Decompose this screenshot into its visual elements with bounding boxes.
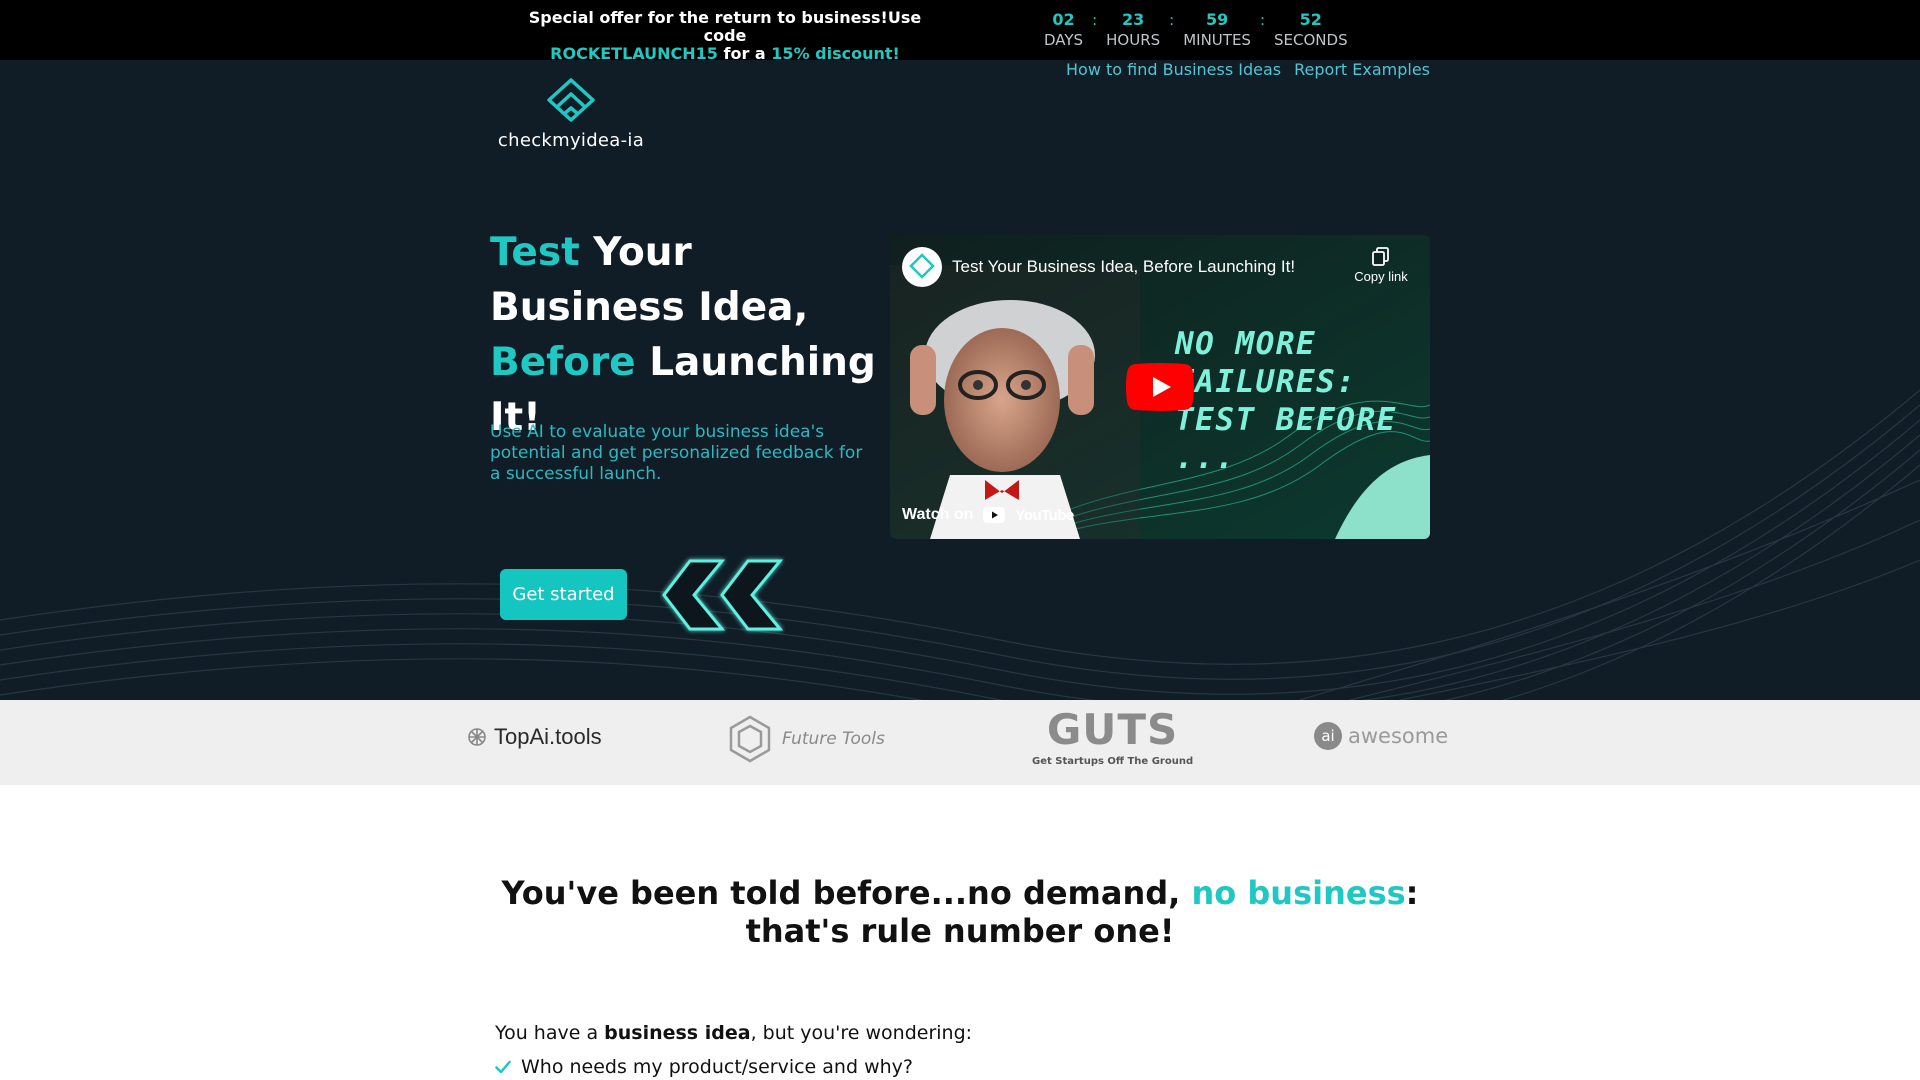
copy-link-button[interactable]: Copy link — [1350, 245, 1412, 284]
hero-title-before: Before — [490, 340, 636, 385]
list-item: Who needs my product/service and why? — [495, 1056, 913, 1078]
countdown-separator: : — [1259, 11, 1266, 29]
copy-icon — [1372, 247, 1389, 266]
partner-future-tools[interactable]: Future Tools — [728, 714, 885, 764]
ai-awesome-logo-icon: ai — [1314, 722, 1342, 750]
youtube-wordmark: YouTube — [1015, 506, 1074, 524]
headline-accent: no business — [1191, 874, 1406, 912]
partner-awesome-label: awesome — [1348, 724, 1449, 748]
countdown-days: 02 DAYS — [1044, 10, 1083, 50]
channel-avatar[interactable] — [902, 247, 942, 287]
countdown-seconds: 52 SECONDS — [1274, 10, 1348, 50]
partner-guts-tagline: Get Startups Off The Ground — [1032, 756, 1194, 767]
partner-future-tools-label: Future Tools — [782, 729, 885, 749]
countdown-separator: : — [1092, 11, 1098, 29]
play-icon[interactable] — [1126, 363, 1194, 411]
intro-text: You have a business idea, but you're won… — [495, 1022, 972, 1044]
partner-ai-awesome[interactable]: ai awesome — [1314, 722, 1448, 750]
section-headline: You've been told before...no demand, no … — [460, 874, 1460, 950]
future-tools-logo-icon — [729, 715, 771, 763]
countdown-hours-label: HOURS — [1106, 31, 1161, 49]
partners-bar: TopAi.tools Future Tools GUTS Get Startu… — [0, 700, 1920, 785]
get-started-button[interactable]: Get started — [500, 569, 627, 620]
countdown-seconds-value: 52 — [1299, 10, 1322, 29]
countdown-timer: 02 DAYS : 23 HOURS : 59 MINUTES : 52 SEC… — [1044, 10, 1348, 50]
overlay-line: FAILURES: — [1175, 364, 1357, 400]
nav-link-report-examples[interactable]: Report Examples — [1294, 60, 1430, 79]
top-nav: How to find Business Ideas Report Exampl… — [1066, 60, 1430, 79]
partner-guts-label: GUTS — [1046, 705, 1179, 754]
nav-link-business-ideas[interactable]: How to find Business Ideas — [1066, 60, 1281, 79]
double-chevron-left-icon — [662, 559, 784, 631]
promo-text: Special offer for the return to business… — [510, 9, 940, 63]
logo-icon — [547, 78, 595, 122]
countdown-separator: : — [1169, 11, 1175, 29]
hero-subtitle: Use AI to evaluate your business idea's … — [490, 422, 863, 484]
intro-part2: , but you're wondering: — [750, 1022, 973, 1044]
watch-on-label: Watch on — [902, 506, 974, 523]
copy-link-label: Copy link — [1354, 269, 1408, 284]
hero-title-test: Test — [490, 230, 580, 275]
countdown-minutes: 59 MINUTES — [1183, 10, 1251, 50]
countdown-hours: 23 HOURS — [1106, 10, 1160, 50]
overlay-line: ... — [1175, 440, 1236, 476]
video-title[interactable]: Test Your Business Idea, Before Launchin… — [952, 257, 1295, 277]
hero-section: How to find Business Ideas Report Exampl… — [0, 60, 1920, 700]
countdown-minutes-value: 59 — [1205, 10, 1229, 29]
checkmark-icon — [495, 1060, 511, 1074]
youtube-video-embed[interactable]: Test Your Business Idea, Before Launchin… — [890, 235, 1430, 539]
countdown-days-label: DAYS — [1044, 31, 1084, 49]
intro-bold: business idea — [604, 1022, 751, 1044]
promo-message: Special offer for the return to business… — [528, 8, 922, 45]
intro-part1: You have a — [495, 1022, 605, 1044]
watch-on-youtube-link[interactable]: Watch on YouTube — [890, 490, 1074, 539]
headline-part1: You've been told before...no demand, — [501, 874, 1192, 912]
countdown-hours-value: 23 — [1122, 10, 1145, 29]
hero-title: Test Your Business Idea, Before Launchin… — [490, 225, 880, 445]
youtube-logo-icon — [983, 507, 1006, 523]
video-overlay-text: NO MORE FAILURES: TEST BEFORE ... — [1175, 325, 1397, 477]
promo-bar: Special offer for the return to business… — [0, 0, 1920, 63]
partner-topai-tools[interactable]: TopAi.tools — [466, 724, 602, 750]
channel-logo-icon — [909, 253, 935, 279]
bullet-text: Who needs my product/service and why? — [521, 1056, 913, 1078]
partner-topai-label: TopAi.tools — [494, 724, 602, 749]
countdown-minutes-label: MINUTES — [1183, 31, 1251, 49]
overlay-line: TEST BEFORE — [1175, 402, 1397, 438]
site-logo[interactable]: checkmyidea-ia — [494, 76, 648, 156]
topai-logo-icon — [468, 728, 486, 746]
logo-text: checkmyidea-ia — [497, 130, 645, 151]
countdown-seconds-label: SECONDS — [1274, 31, 1348, 49]
partner-guts[interactable]: GUTS Get Startups Off The Ground — [1032, 705, 1194, 768]
countdown-days-value: 02 — [1052, 10, 1075, 29]
overlay-line: NO MORE — [1175, 326, 1317, 362]
